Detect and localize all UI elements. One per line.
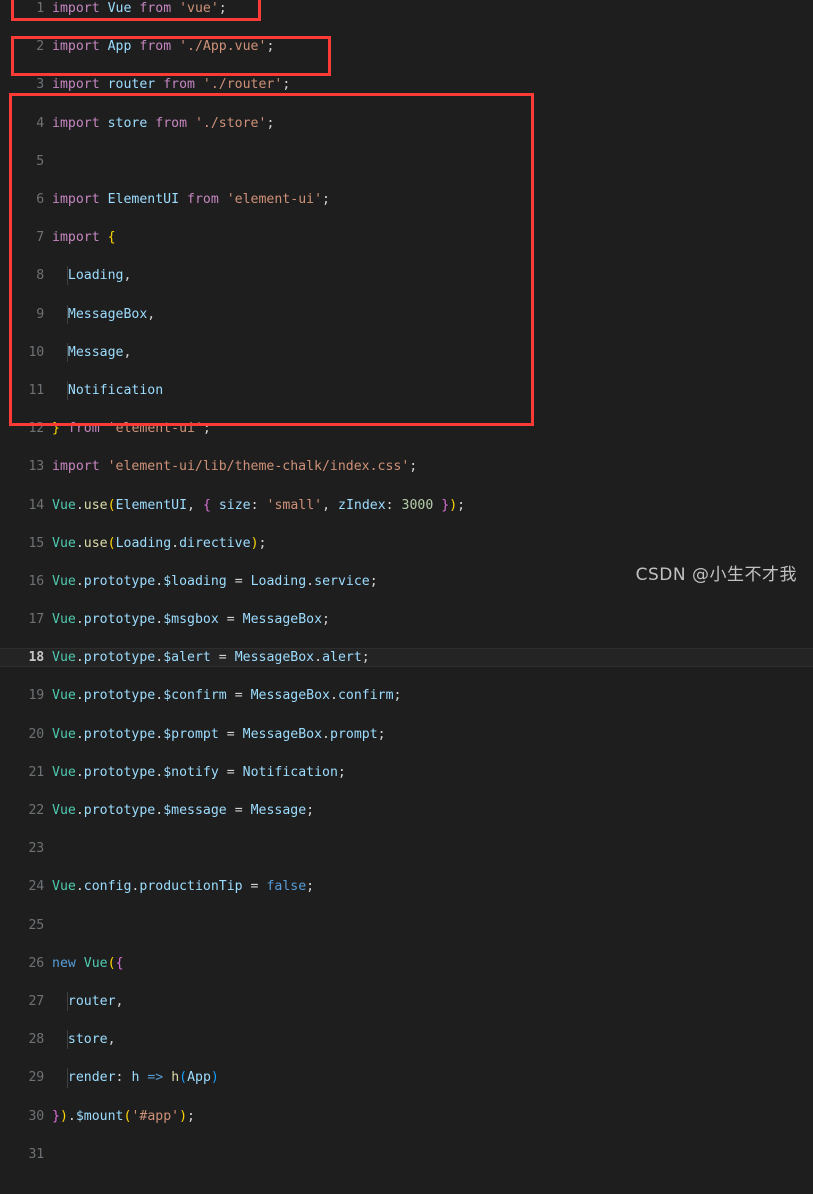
code-line[interactable]: 17 Vue.prototype.$msgbox = MessageBox; xyxy=(0,610,813,629)
code-line[interactable]: 15 Vue.use(Loading.directive); xyxy=(0,534,813,553)
line-number: 9 xyxy=(36,306,44,322)
line-number: 24 xyxy=(28,879,45,895)
code-editor[interactable]: 1 import Vue from 'vue'; 2 import App fr… xyxy=(0,0,813,1162)
line-number: 4 xyxy=(36,115,44,131)
code-line[interactable]: 26 new Vue({ xyxy=(0,954,813,973)
line-content: Vue.prototype.$confirm = MessageBox.conf… xyxy=(52,688,402,704)
line-content: } from 'element-ui'; xyxy=(52,421,211,437)
line-number: 6 xyxy=(36,191,44,207)
line-number: 13 xyxy=(28,459,45,475)
line-content: Loading, xyxy=(67,268,132,284)
line-number: 17 xyxy=(28,612,45,628)
line-content: Notification xyxy=(67,382,164,398)
code-line[interactable]: 8 Loading, xyxy=(0,266,813,286)
code-line[interactable]: 11 Notification xyxy=(0,380,813,401)
line-number: 31 xyxy=(28,1146,45,1162)
line-number: 25 xyxy=(28,917,45,933)
line-content: Vue.prototype.$loading = Loading.service… xyxy=(52,573,378,589)
line-number: 5 xyxy=(36,153,44,169)
line-number: 11 xyxy=(28,382,45,398)
line-number: 15 xyxy=(28,535,45,551)
line-content: import Vue from 'vue'; xyxy=(52,1,227,16)
code-line[interactable]: 12 } from 'element-ui'; xyxy=(0,419,813,438)
line-content: render: h => h(App) xyxy=(67,1070,219,1086)
code-line[interactable]: 14 Vue.use(ElementUI, { size: 'small', z… xyxy=(0,496,813,515)
code-line[interactable]: 30 }).$mount('#app'); xyxy=(0,1107,813,1126)
csdn-watermark: CSDN @小生不才我 xyxy=(635,564,797,585)
line-content: Vue.prototype.$prompt = MessageBox.promp… xyxy=(52,726,386,742)
code-line[interactable]: 5 xyxy=(0,152,813,171)
line-number: 29 xyxy=(28,1070,45,1086)
line-number: 26 xyxy=(28,955,45,971)
code-line[interactable]: 3 import router from './router'; xyxy=(0,75,813,94)
code-line[interactable]: 29 render: h => h(App) xyxy=(0,1068,813,1088)
code-line[interactable]: 24 Vue.config.productionTip = false; xyxy=(0,877,813,896)
code-line[interactable]: 10 Message, xyxy=(0,342,813,362)
line-number: 18 xyxy=(28,650,45,666)
code-line[interactable]: 1 import Vue from 'vue'; xyxy=(0,0,813,18)
code-line[interactable]: 20 Vue.prototype.$prompt = MessageBox.pr… xyxy=(0,725,813,744)
code-lines-container[interactable]: 1 import Vue from 'vue'; 2 import App fr… xyxy=(0,0,813,1162)
line-number: 23 xyxy=(28,841,45,857)
line-number: 21 xyxy=(28,764,45,780)
line-content: import router from './router'; xyxy=(52,77,291,93)
line-number: 10 xyxy=(28,344,45,360)
line-content: Vue.config.productionTip = false; xyxy=(52,879,315,895)
line-number: 20 xyxy=(28,726,45,742)
line-number: 27 xyxy=(28,994,45,1010)
line-number: 30 xyxy=(28,1108,45,1124)
line-number: 1 xyxy=(36,1,44,16)
line-content: Message, xyxy=(67,344,132,360)
line-number: 28 xyxy=(28,1032,45,1048)
line-content: import ElementUI from 'element-ui'; xyxy=(52,191,330,207)
code-line[interactable]: 9 MessageBox, xyxy=(0,304,813,324)
line-content: router, xyxy=(67,994,124,1010)
line-number: 3 xyxy=(36,77,44,93)
line-number: 14 xyxy=(28,497,45,513)
line-number: 12 xyxy=(28,421,45,437)
code-line[interactable]: 25 xyxy=(0,916,813,935)
line-content: Vue.prototype.$notify = Notification; xyxy=(52,764,346,780)
line-number: 22 xyxy=(28,803,45,819)
line-number: 7 xyxy=(36,230,44,246)
code-line[interactable]: 23 xyxy=(0,839,813,858)
code-line[interactable]: 13 import 'element-ui/lib/theme-chalk/in… xyxy=(0,457,813,476)
code-line[interactable]: 22 Vue.prototype.$message = Message; xyxy=(0,801,813,820)
line-content: Vue.use(Loading.directive); xyxy=(52,535,267,551)
code-line[interactable]: 2 import App from './App.vue'; xyxy=(0,37,813,56)
line-content: Vue.use(ElementUI, { size: 'small', zInd… xyxy=(52,497,466,513)
line-number: 19 xyxy=(28,688,45,704)
code-line[interactable]: 27 router, xyxy=(0,992,813,1012)
line-content: Vue.prototype.$msgbox = MessageBox; xyxy=(52,612,330,628)
code-line[interactable]: 6 import ElementUI from 'element-ui'; xyxy=(0,190,813,209)
code-line[interactable]: 19 Vue.prototype.$confirm = MessageBox.c… xyxy=(0,686,813,705)
line-number: 2 xyxy=(36,39,44,55)
line-content: Vue.prototype.$alert = MessageBox.alert; xyxy=(52,650,370,666)
line-content: import store from './store'; xyxy=(52,115,275,131)
line-content: new Vue({ xyxy=(52,955,124,971)
line-content: import { xyxy=(52,230,116,246)
line-content: MessageBox, xyxy=(67,306,156,322)
line-content: import 'element-ui/lib/theme-chalk/index… xyxy=(52,459,418,475)
code-line[interactable]: 28 store, xyxy=(0,1030,813,1050)
code-line[interactable]: 4 import store from './store'; xyxy=(0,114,813,133)
line-content: }).$mount('#app'); xyxy=(52,1108,195,1124)
line-number: 16 xyxy=(28,573,45,589)
line-content: Vue.prototype.$message = Message; xyxy=(52,803,315,819)
code-line[interactable]: 7 import { xyxy=(0,228,813,247)
code-line[interactable]: 31 xyxy=(0,1145,813,1164)
code-line-active[interactable]: 18 Vue.prototype.$alert = MessageBox.ale… xyxy=(0,648,813,668)
line-content: store, xyxy=(67,1032,116,1048)
line-number: 8 xyxy=(36,268,44,284)
line-content: import App from './App.vue'; xyxy=(52,39,275,55)
code-line[interactable]: 21 Vue.prototype.$notify = Notification; xyxy=(0,763,813,782)
